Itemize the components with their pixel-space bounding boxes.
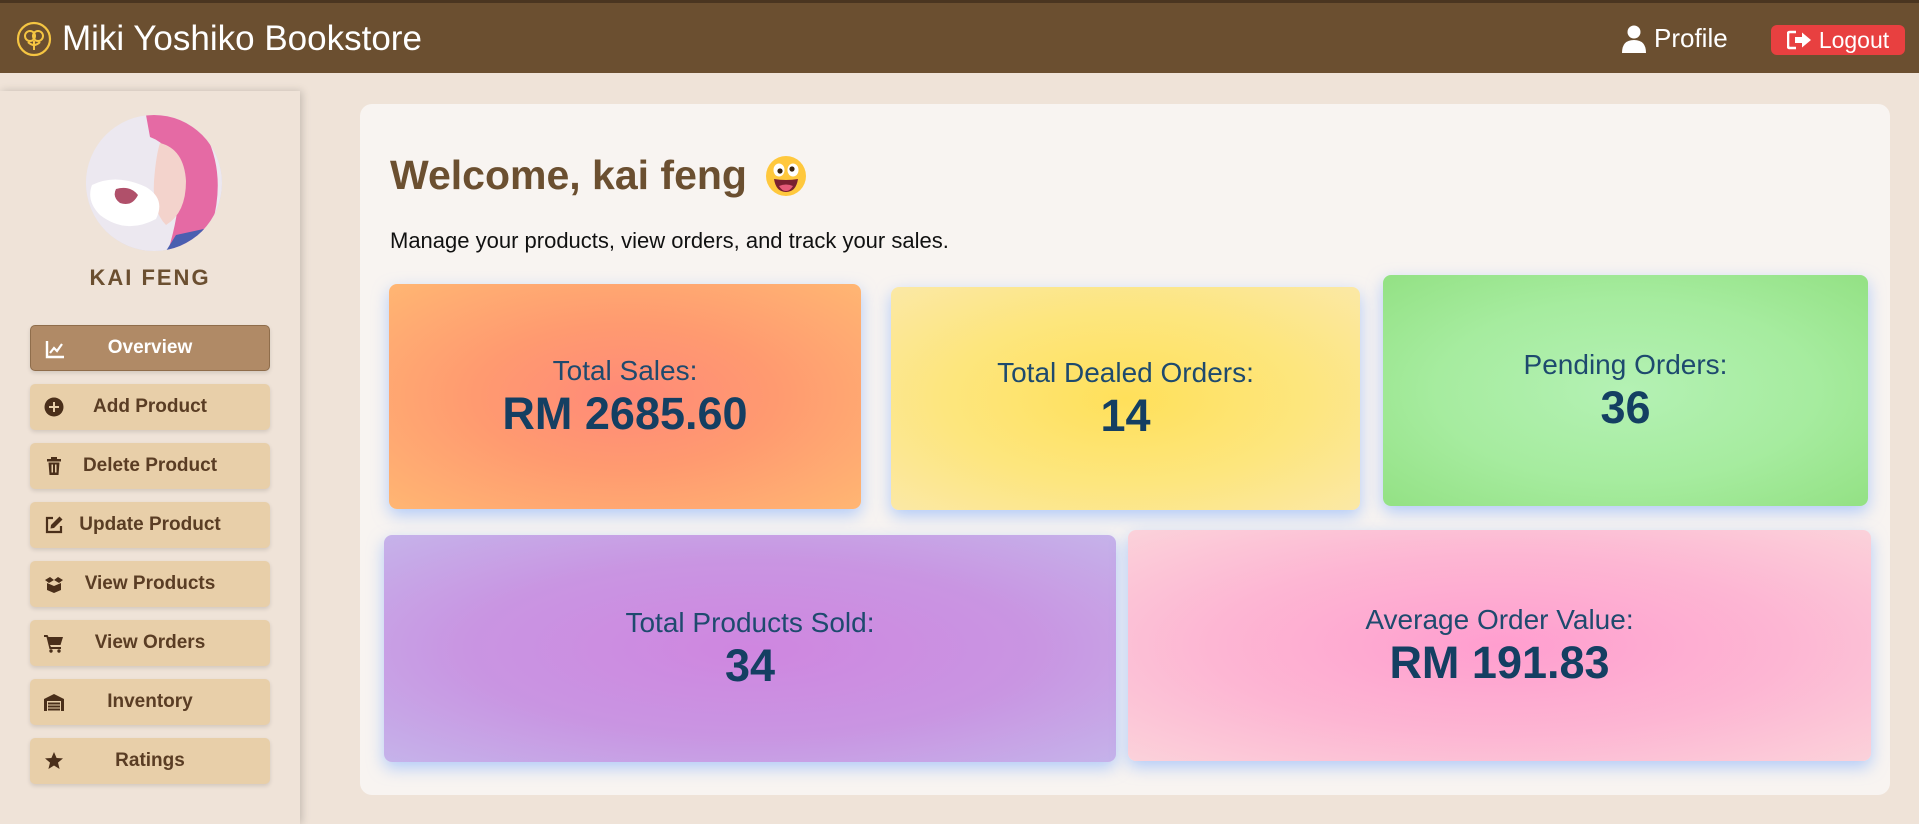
stat-average-order-value: Average Order Value: RM 191.83 [1128, 530, 1871, 761]
stat-value: 34 [724, 639, 776, 691]
logout-button[interactable]: Logout [1771, 25, 1905, 55]
sidebar-item-update-product[interactable]: Update Product [30, 502, 270, 548]
sidebar-item-label: Delete Product [82, 455, 218, 476]
user-name: KAI FENG [89, 265, 211, 290]
warehouse-icon [44, 694, 64, 711]
page-title: Welcome, kai feng [390, 152, 807, 199]
trash-icon [47, 457, 61, 475]
avatar[interactable] [86, 115, 222, 251]
stat-label: Total Sales: [552, 354, 698, 386]
sidebar-item-label: Overview [107, 337, 193, 358]
flower-logo-icon [16, 21, 52, 57]
sidebar-item-label: Add Product [93, 396, 207, 417]
page-subtitle: Manage your products, view orders, and t… [390, 228, 949, 253]
sidebar: KAI FENG Overview Add Product Delete Pro… [0, 91, 300, 824]
sidebar-item-inventory[interactable]: Inventory [30, 679, 270, 725]
profile-link[interactable]: Profile [1622, 23, 1728, 54]
avatar-image [86, 115, 222, 251]
sidebar-item-ratings[interactable]: Ratings [30, 738, 270, 784]
sign-out-icon [1786, 30, 1811, 50]
edit-icon [45, 516, 63, 534]
box-open-icon [45, 577, 63, 593]
stat-value: 14 [1100, 389, 1151, 441]
logout-label: Logout [1818, 26, 1890, 53]
stat-total-sales: Total Sales: RM 2685.60 [389, 284, 861, 509]
sidebar-item-label: Inventory [107, 691, 193, 712]
user-icon [1622, 25, 1646, 53]
top-navbar: Miki Yoshiko Bookstore Profile Logout [0, 0, 1919, 73]
stat-total-products-sold: Total Products Sold: 34 [384, 535, 1116, 762]
sidebar-item-view-products[interactable]: View Products [30, 561, 270, 607]
sidebar-item-overview[interactable]: Overview [30, 325, 270, 371]
cart-icon [44, 635, 63, 653]
stat-value: 36 [1600, 381, 1651, 433]
stat-label: Total Dealed Orders: [997, 356, 1254, 388]
sidebar-item-view-orders[interactable]: View Orders [30, 620, 270, 666]
sidebar-item-label: Ratings [115, 750, 185, 771]
sidebar-item-label: View Products [84, 573, 216, 594]
stat-label: Pending Orders: [1523, 348, 1728, 380]
stat-pending-orders: Pending Orders: 36 [1383, 275, 1868, 506]
sidebar-item-label: View Orders [94, 632, 206, 653]
brand[interactable]: Miki Yoshiko Bookstore [16, 19, 422, 59]
stat-label: Average Order Value: [1365, 603, 1634, 635]
sidebar-item-label: Update Product [79, 514, 221, 535]
chart-line-icon [45, 341, 64, 359]
grinning-face-icon [765, 155, 806, 196]
profile-label: Profile [1654, 23, 1728, 53]
brand-name: Miki Yoshiko Bookstore [62, 19, 422, 58]
stat-value: RM 2685.60 [502, 387, 748, 439]
stat-value: RM 191.83 [1389, 636, 1610, 688]
stat-label: Total Products Sold: [625, 606, 875, 638]
star-icon [45, 752, 63, 769]
welcome-text: Welcome, kai feng [390, 152, 747, 198]
stat-total-dealed-orders: Total Dealed Orders: 14 [891, 287, 1360, 510]
sidebar-item-delete-product[interactable]: Delete Product [30, 443, 270, 489]
sidebar-item-add-product[interactable]: Add Product [30, 384, 270, 430]
plus-circle-icon [44, 397, 64, 417]
